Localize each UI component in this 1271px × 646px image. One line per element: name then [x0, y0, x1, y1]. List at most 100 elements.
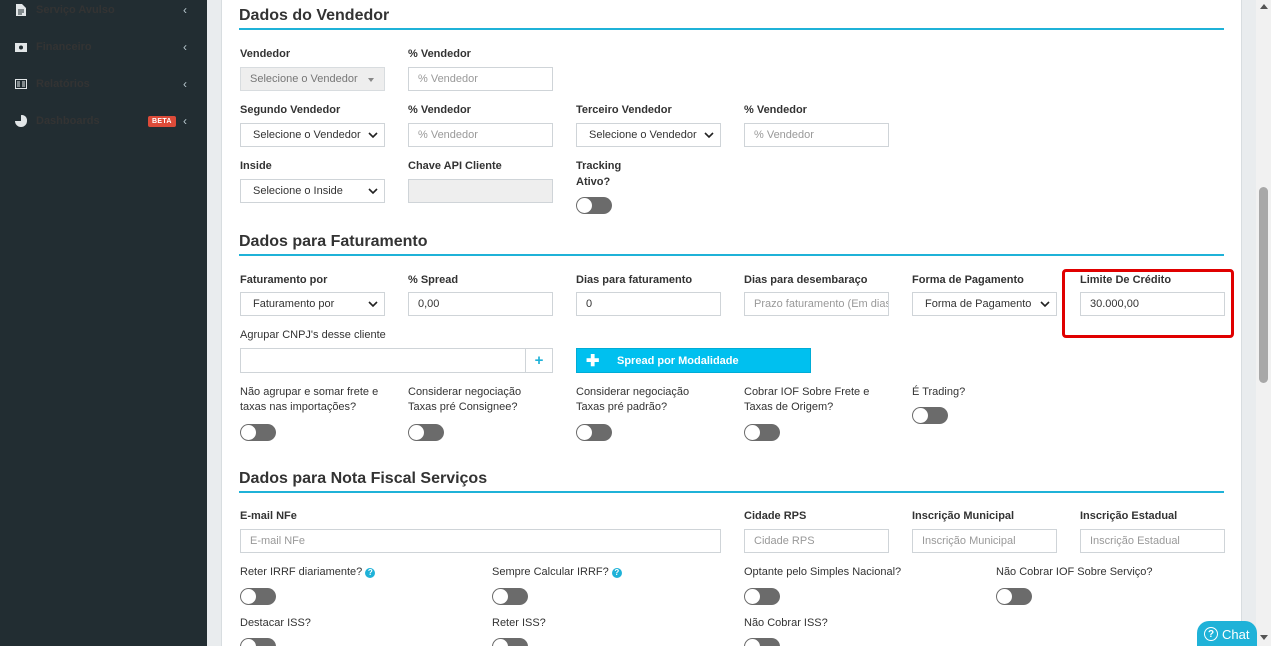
money-icon [15, 41, 27, 53]
segundo-vendedor-select[interactable]: Selecione o Vendedor [240, 123, 385, 147]
pct-segundo-input[interactable]: % Vendedor [408, 123, 553, 147]
chevron-down-icon [368, 301, 378, 308]
reter-irrf-toggle[interactable] [240, 588, 276, 605]
dias-desembaraco-input[interactable]: Prazo faturamento (Em dias) [744, 292, 889, 316]
forma-pagamento-value: Forma de Pagamento [925, 298, 1032, 310]
reter-irrf-label-wrap: Reter IRRF diariamente?? [240, 565, 376, 580]
toggle-nao-agrupar-label-2: taxas nas importações? [240, 401, 357, 413]
toggle-nao-agrupar-label-1: Não agrupar e somar frete e [240, 386, 379, 398]
chevron-left-icon: ‹ [183, 3, 187, 17]
chevron-down-icon [368, 132, 378, 139]
section-divider [239, 28, 1224, 30]
toggle-trading-label: É Trading? [912, 386, 966, 398]
vendedor-select[interactable]: Selecione o Vendedor [240, 67, 385, 91]
destacar-iss-label: Destacar ISS? [240, 617, 311, 629]
cidade-rps-label: Cidade RPS [744, 510, 807, 522]
question-icon: ? [1204, 627, 1218, 641]
beta-badge: BETA [148, 115, 176, 127]
pct-terceiro-label: % Vendedor [744, 104, 807, 116]
spread-label: % Spread [408, 274, 459, 286]
sempre-irrf-label: Sempre Calcular IRRF? [492, 566, 609, 578]
report-icon [15, 78, 27, 90]
chave-api-input[interactable] [408, 179, 553, 203]
limite-credito-highlight [1062, 269, 1234, 338]
help-icon[interactable]: ? [365, 568, 376, 578]
faturamento-por-select[interactable]: Faturamento por [240, 292, 385, 316]
nao-cobrar-iof-toggle[interactable] [996, 588, 1032, 605]
reter-iss-label: Reter ISS? [492, 617, 546, 629]
tracking-label-line1: Tracking [576, 160, 622, 172]
file-icon [15, 4, 27, 16]
tracking-toggle[interactable] [576, 197, 612, 214]
pct-terceiro-input[interactable]: % Vendedor [744, 123, 889, 147]
terceiro-vendedor-select[interactable]: Selecione o Vendedor [576, 123, 721, 147]
agrupar-cnpj-input[interactable] [240, 348, 526, 373]
toggle-consignee-label-1: Considerar negociação [408, 386, 522, 398]
spread-input[interactable]: 0,00 [408, 292, 553, 316]
dias-faturamento-label: Dias para faturamento [576, 274, 693, 286]
terceiro-vendedor-select-value: Selecione o Vendedor [589, 129, 697, 141]
inside-label: Inside [240, 160, 272, 172]
email-nfe-input[interactable]: E-mail NFe [240, 529, 721, 553]
section-title-faturamento: Dados para Faturamento [239, 233, 428, 250]
dias-faturamento-input[interactable]: 0 [576, 292, 721, 316]
nao-cobrar-iss-label: Não Cobrar ISS? [744, 617, 828, 629]
plus-icon: ✚ [586, 353, 600, 370]
reter-iss-toggle[interactable] [492, 638, 528, 646]
dias-desembaraco-label: Dias para desembaraço [744, 274, 868, 286]
nao-cobrar-iof-label: Não Cobrar IOF Sobre Serviço? [996, 566, 1153, 578]
pct-vendedor-input[interactable]: % Vendedor [408, 67, 553, 91]
segundo-vendedor-label: Segundo Vendedor [240, 104, 341, 116]
section-title-vendedor: Dados do Vendedor [239, 7, 390, 24]
sidebar: Serviço Avulso ‹ Financeiro ‹ Relatórios… [0, 0, 207, 646]
caret-down-icon [368, 78, 374, 82]
toggle-padrao-label-2: Taxas pré padrão? [576, 401, 668, 413]
tracking-label-line2: Ativo? [576, 176, 611, 188]
reter-irrf-label: Reter IRRF diariamente? [240, 566, 363, 578]
scroll-up-arrow-icon[interactable] [1260, 4, 1268, 9]
sidebar-item-dashboards[interactable]: Dashboards BETA ‹ [0, 106, 207, 136]
chave-api-label: Chave API Cliente [408, 160, 502, 172]
terceiro-vendedor-label: Terceiro Vendedor [576, 104, 672, 116]
optante-simples-toggle[interactable] [744, 588, 780, 605]
pie-chart-icon [15, 115, 27, 127]
inscricao-estadual-label: Inscrição Estadual [1080, 510, 1178, 522]
cidade-rps-input[interactable]: Cidade RPS [744, 529, 889, 553]
destacar-iss-toggle[interactable] [240, 638, 276, 646]
sidebar-item-label: Relatórios [36, 77, 90, 90]
chevron-left-icon: ‹ [183, 40, 187, 54]
forma-pagamento-label: Forma de Pagamento [912, 274, 1024, 286]
padrao-toggle[interactable] [576, 424, 612, 441]
inside-select[interactable]: Selecione o Inside [240, 179, 385, 203]
chat-button[interactable]: ? Chat [1197, 621, 1257, 646]
nao-agrupar-toggle[interactable] [240, 424, 276, 441]
toggle-iof-frete-label-1: Cobrar IOF Sobre Frete e [744, 386, 870, 398]
faturamento-por-label: Faturamento por [240, 274, 328, 286]
sidebar-item-servico-avulso[interactable]: Serviço Avulso ‹ [0, 0, 207, 25]
pct-vendedor-label: % Vendedor [408, 48, 471, 60]
scrollbar-thumb[interactable] [1259, 187, 1268, 383]
sidebar-item-label: Dashboards [36, 114, 100, 127]
inscricao-municipal-input[interactable]: Inscrição Municipal [912, 529, 1057, 553]
sidebar-item-financeiro[interactable]: Financeiro ‹ [0, 32, 207, 62]
spread-modalidade-button[interactable]: ✚ Spread por Modalidade [576, 348, 811, 373]
sidebar-item-relatorios[interactable]: Relatórios ‹ [0, 69, 207, 99]
iof-frete-toggle[interactable] [744, 424, 780, 441]
plus-icon: + [534, 352, 544, 369]
help-icon[interactable]: ? [611, 568, 622, 578]
chevron-down-icon [704, 132, 714, 139]
forma-pagamento-select[interactable]: Forma de Pagamento [912, 292, 1057, 316]
chat-label: Chat [1222, 626, 1250, 642]
scroll-down-arrow-icon[interactable] [1260, 635, 1268, 640]
sempre-irrf-toggle[interactable] [492, 588, 528, 605]
email-nfe-label: E-mail NFe [240, 510, 297, 522]
add-cnpj-button[interactable]: + [525, 348, 553, 373]
consignee-toggle[interactable] [408, 424, 444, 441]
trading-toggle[interactable] [912, 407, 948, 424]
inscricao-estadual-input[interactable]: Inscrição Estadual [1080, 529, 1225, 553]
toggle-iof-frete-label-2: Taxas de Origem? [744, 401, 834, 413]
section-divider [239, 491, 1224, 493]
nao-cobrar-iss-toggle[interactable] [744, 638, 780, 646]
sidebar-item-label: Serviço Avulso [36, 3, 115, 16]
optante-simples-label: Optante pelo Simples Nacional? [744, 566, 902, 578]
